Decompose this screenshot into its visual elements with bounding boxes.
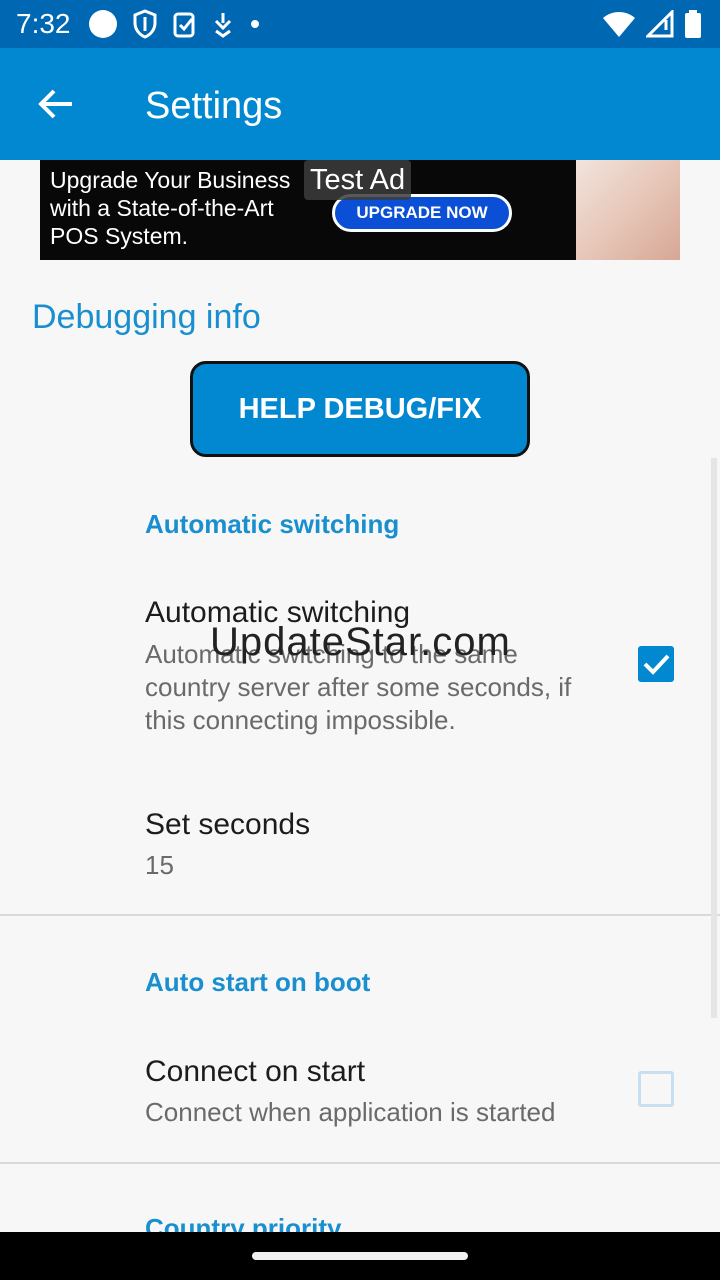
dot-icon xyxy=(251,20,259,28)
battery-icon xyxy=(685,10,701,38)
arrow-left-icon xyxy=(38,89,72,119)
status-icons-left xyxy=(88,8,262,40)
test-ad-badge: Test Ad xyxy=(304,160,412,200)
category-country-priority: Country priority xyxy=(145,1213,342,1232)
pref-set-seconds-value: 15 xyxy=(145,850,174,880)
back-button[interactable] xyxy=(24,76,88,132)
pref-connect-on-start-title: Connect on start xyxy=(145,1055,366,1088)
category-automatic-switching: Automatic switching xyxy=(145,509,400,539)
status-bar: 7:32 xyxy=(0,0,720,48)
clipboard-check-icon xyxy=(173,12,195,38)
ad-image xyxy=(576,160,680,260)
circle-icon xyxy=(89,10,117,38)
category-auto-start-on-boot: Auto start on boot xyxy=(145,967,371,997)
ad-banner[interactable]: Upgrade Your Business with a State-of-th… xyxy=(40,160,680,260)
watermark: UpdateStar.com xyxy=(210,620,511,664)
status-time: 7:32 xyxy=(16,8,71,39)
home-gesture-handle[interactable] xyxy=(252,1252,468,1260)
download-icon xyxy=(214,13,232,38)
app-bar: Settings xyxy=(0,48,720,160)
settings-content[interactable]: Upgrade Your Business with a State-of-th… xyxy=(0,160,720,1232)
divider xyxy=(0,914,720,916)
page-title: Settings xyxy=(145,85,283,127)
check-icon xyxy=(643,654,670,675)
wifi-icon xyxy=(603,12,635,37)
debugging-info-header: Debugging info xyxy=(32,298,261,336)
pref-connect-on-start-summary: Connect when application is started xyxy=(145,1097,556,1127)
pref-set-seconds-title: Set seconds xyxy=(145,808,311,841)
connect-on-start-checkbox[interactable] xyxy=(638,1071,674,1107)
scroll-indicator[interactable] xyxy=(711,458,717,1018)
ad-text: Upgrade Your Business with a State-of-th… xyxy=(50,167,291,249)
help-debug-button[interactable]: HELP DEBUG/FIX xyxy=(190,361,530,457)
shield-icon xyxy=(133,9,157,39)
navigation-bar xyxy=(0,1232,720,1280)
status-icons-right xyxy=(602,8,702,40)
automatic-switching-checkbox[interactable] xyxy=(638,646,674,682)
signal-icon xyxy=(646,10,674,38)
divider xyxy=(0,1162,720,1164)
